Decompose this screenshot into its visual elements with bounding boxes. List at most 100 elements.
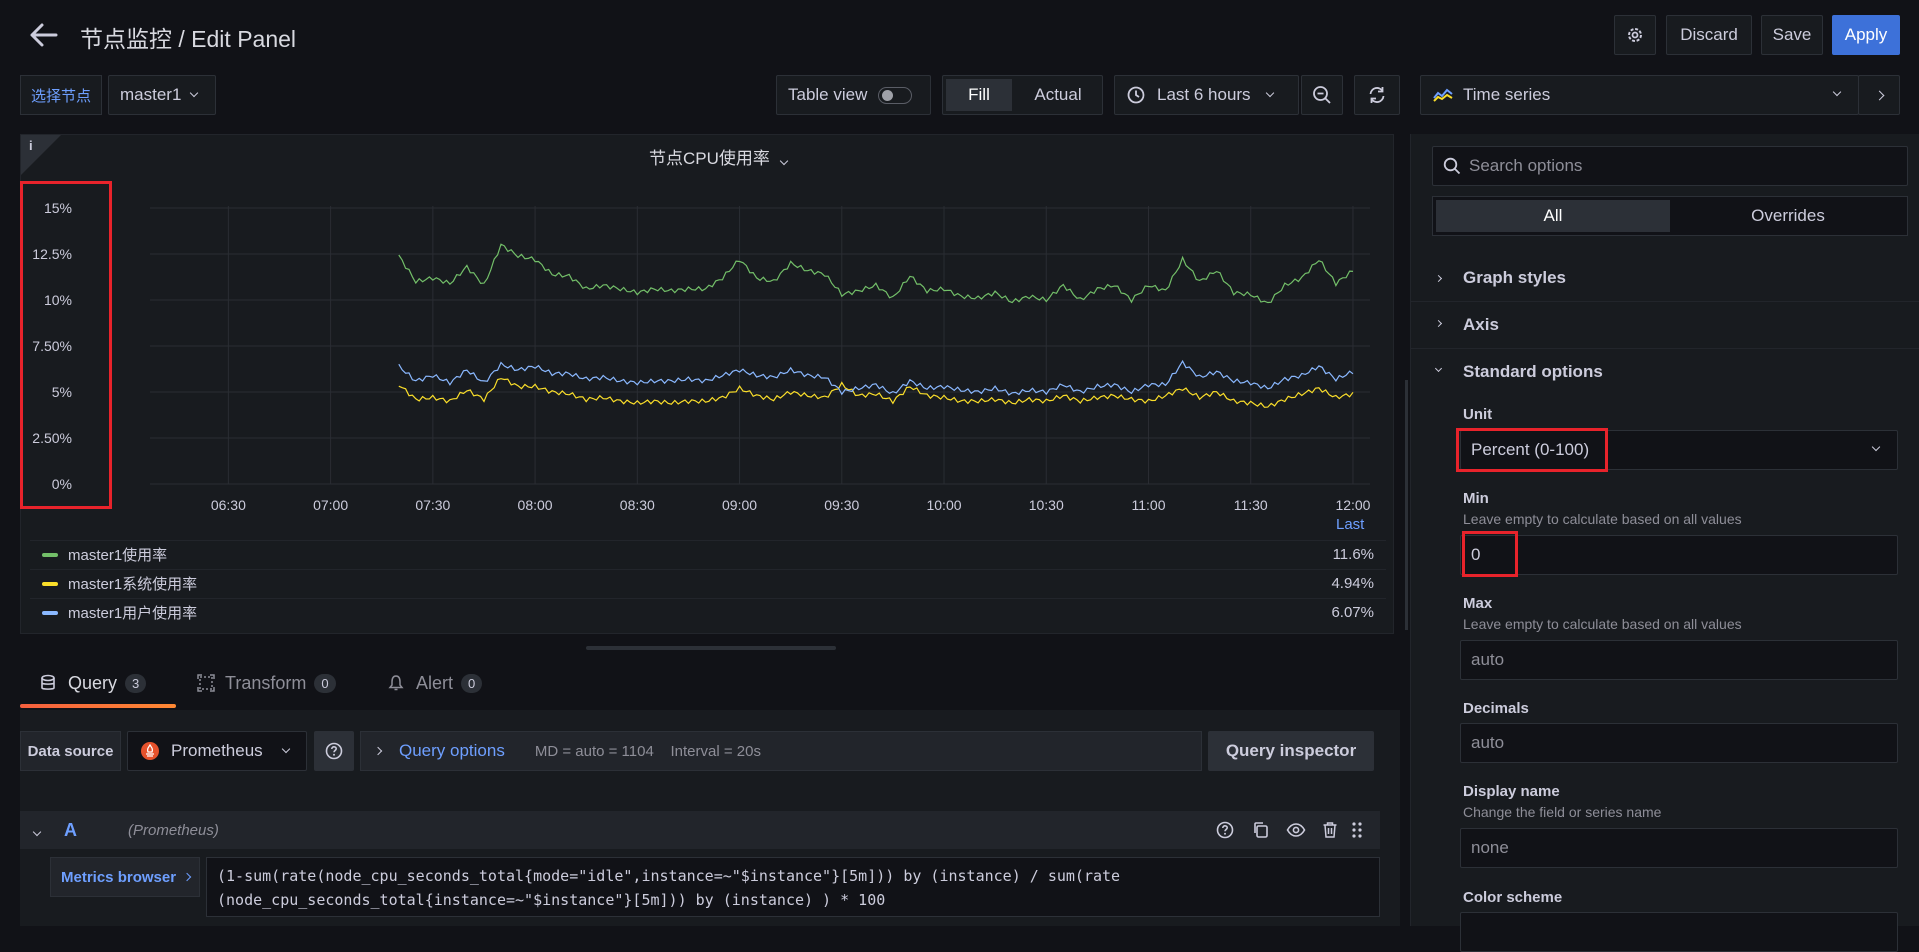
query-options-bar[interactable]: Query options MD = auto = 1104 Interval … [360, 731, 1202, 771]
actual-button[interactable]: Actual [1015, 79, 1101, 111]
panel-title[interactable]: 节点CPU使用率 [649, 144, 788, 169]
fill-button[interactable]: Fill [946, 79, 1012, 111]
color-scheme-label: Color scheme [1463, 889, 1563, 906]
x-tick-label: 12:00 [1335, 497, 1370, 513]
tab-query[interactable]: Query 3 [40, 663, 147, 703]
legend-item-label: master1用户使用率 [68, 605, 198, 622]
query-row-source: (Prometheus) [128, 822, 219, 839]
tab-all[interactable]: All [1436, 200, 1670, 232]
x-tick-label: 07:30 [415, 497, 450, 513]
chevron-down-icon [281, 744, 290, 754]
time-series-chart: 15% 12.5% 10% 7.50% 5% 2.50% 0% 06:30 07:00 07:30… [32, 200, 1370, 513]
eye-icon[interactable] [1286, 821, 1306, 839]
x-tick-label: 09:00 [722, 497, 757, 513]
datasource-help-button[interactable] [314, 731, 354, 771]
display-name-placeholder: none [1471, 838, 1509, 857]
tab-query-label: Query [68, 672, 118, 693]
max-input[interactable]: auto [1460, 640, 1898, 680]
chevron-right-icon [1874, 90, 1884, 100]
options-tabs: All Overrides [1432, 196, 1908, 236]
tab-transform[interactable]: Transform 0 [197, 663, 336, 703]
min-input[interactable]: 0 [1460, 535, 1898, 575]
section-axis[interactable]: Axis [1410, 303, 1919, 349]
section-axis-label: Axis [1463, 315, 1499, 334]
tab-transform-count: 0 [314, 673, 336, 693]
display-name-label: Display name [1463, 783, 1560, 800]
section-graph-styles[interactable]: Graph styles [1410, 258, 1919, 302]
visualization-picker[interactable]: Time series [1420, 75, 1859, 115]
database-icon [41, 674, 55, 690]
datasource-select[interactable]: Prometheus [127, 731, 307, 771]
legend-item[interactable]: master1使用率 11.6% [30, 540, 1386, 568]
copy-icon[interactable] [1252, 821, 1270, 839]
chevron-down-icon [1265, 88, 1274, 98]
variable-value: master1 [120, 85, 182, 104]
help-icon[interactable] [1216, 821, 1234, 839]
tab-transform-label: Transform [225, 672, 307, 693]
refresh-button[interactable] [1354, 75, 1400, 115]
tab-alert-count: 0 [461, 673, 483, 693]
search-options-input[interactable]: Search options [1432, 146, 1908, 186]
visualization-label: Time series [1463, 85, 1551, 104]
legend-item-last-value: 4.94% [1331, 575, 1374, 592]
y-tick-label: 10% [44, 292, 72, 308]
legend-item-last-value: 11.6% [1332, 546, 1374, 563]
section-standard-options-label: Standard options [1463, 362, 1603, 381]
query-options-info: MD = auto = 1104 Interval = 20s [534, 742, 761, 760]
query-row-header [20, 811, 1380, 849]
time-series-icon [1433, 88, 1453, 102]
unit-select[interactable]: Percent (0-100) [1460, 430, 1898, 470]
drag-handle-icon[interactable] [1350, 821, 1364, 839]
table-view-label: Table view [788, 85, 868, 104]
info-corner[interactable] [21, 135, 61, 175]
tab-overrides[interactable]: Overrides [1671, 200, 1905, 232]
min-label: Min [1463, 490, 1489, 507]
decimals-input[interactable]: auto [1460, 723, 1898, 763]
save-button[interactable]: Save [1761, 15, 1823, 55]
chevron-right-icon [1434, 274, 1443, 283]
x-tick-label: 08:30 [620, 497, 655, 513]
table-view-toggle[interactable]: Table view [776, 75, 931, 115]
tab-alert[interactable]: Alert 0 [388, 663, 483, 703]
chevron-down-icon [190, 88, 199, 98]
section-standard-options[interactable]: Standard options [1410, 350, 1919, 394]
pane-divider[interactable] [1405, 380, 1408, 630]
max-placeholder: auto [1471, 650, 1505, 669]
query-row-letter[interactable]: A [64, 820, 77, 841]
settings-button[interactable] [1614, 15, 1656, 55]
discard-button[interactable]: Discard [1666, 15, 1752, 55]
trash-icon[interactable] [1322, 821, 1338, 839]
color-scheme-select[interactable] [1460, 912, 1898, 952]
legend-item[interactable]: master1系统使用率 4.94% [30, 569, 1386, 597]
series-line [398, 378, 1354, 408]
variable-select[interactable]: master1 [108, 75, 216, 115]
query-expression-editor[interactable]: (1-sum(rate(node_cpu_seconds_total{mode=… [206, 857, 1380, 917]
gear-icon [1628, 28, 1642, 42]
legend-item[interactable]: master1用户使用率 6.07% [30, 598, 1386, 626]
legend-swatch [42, 581, 58, 586]
query-expression-line-2: (node_cpu_seconds_total{instance=~"$inst… [217, 891, 886, 909]
zoom-out-button[interactable] [1301, 75, 1343, 115]
back-button[interactable] [26, 20, 60, 50]
metrics-browser-button[interactable]: Metrics browser [50, 857, 200, 897]
legend-header-last: Last [1336, 516, 1365, 533]
fill-actual-group: Fill Actual [942, 75, 1103, 115]
unit-value: Percent (0-100) [1471, 440, 1590, 459]
chevron-right-icon [373, 746, 383, 756]
x-tick-label: 10:00 [926, 497, 961, 513]
chevron-down-icon [1832, 87, 1842, 97]
collapse-options-button[interactable] [1858, 75, 1900, 115]
display-name-input[interactable]: none [1460, 828, 1898, 868]
info-icon: i [29, 138, 33, 153]
question-circle-icon [325, 742, 343, 760]
query-inspector-button[interactable]: Query inspector [1208, 731, 1374, 771]
x-tick-label: 09:30 [824, 497, 859, 513]
page-title: 节点监控 / Edit Panel [80, 26, 297, 52]
apply-button[interactable]: Apply [1832, 15, 1900, 55]
chevron-down-icon [1871, 442, 1881, 452]
resize-handle[interactable] [586, 646, 836, 650]
collapse-chevron-icon[interactable] [32, 822, 42, 838]
y-tick-label: 7.50% [32, 338, 72, 354]
toggle-switch [878, 86, 913, 104]
time-range-picker[interactable]: Last 6 hours [1114, 75, 1299, 115]
